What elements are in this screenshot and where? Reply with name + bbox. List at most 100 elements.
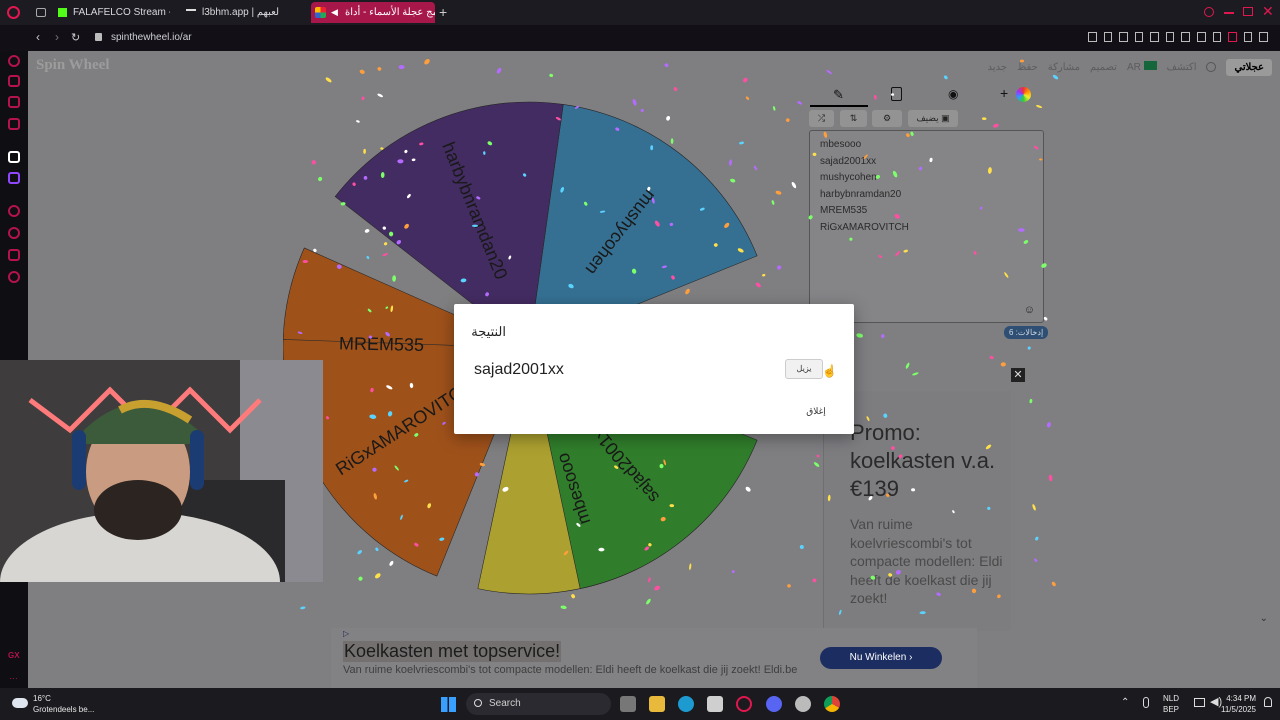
hide-icon[interactable]: ◉ (948, 87, 958, 101)
ad-close-button[interactable]: ✕ (1011, 368, 1025, 382)
profile-icon[interactable] (1228, 32, 1237, 42)
download-icon[interactable] (1243, 32, 1253, 42)
remove-winner-button[interactable]: يزيل (785, 359, 823, 379)
back-icon[interactable]: ‹ (36, 30, 40, 44)
sidebar-extensions-icon[interactable] (8, 249, 20, 261)
sidebar-mail-icon[interactable] (8, 118, 20, 130)
opera-menu-icon[interactable] (7, 6, 20, 19)
results-icon[interactable] (891, 87, 902, 101)
task-view-icon[interactable] (620, 696, 636, 712)
entry-line: mushycohen (820, 172, 877, 184)
new-tab-button[interactable]: + (439, 4, 447, 20)
sidebar-kick-icon[interactable] (8, 151, 20, 163)
windows-start-icon[interactable] (441, 697, 456, 712)
heart-icon[interactable] (1212, 32, 1222, 42)
search-tabs-icon[interactable] (1204, 7, 1214, 17)
tray-chevron-icon[interactable]: ⌃ (1121, 697, 1129, 708)
nav-language[interactable]: AR (1127, 61, 1157, 73)
pin-icon[interactable] (1165, 32, 1175, 42)
clock-date: 11/5/2025 (1221, 705, 1256, 714)
taskbar-clock[interactable]: 4:34 PM 11/5/2025 (1221, 693, 1256, 715)
sidebar-settings-icon[interactable] (8, 271, 20, 283)
entries-count-badge: إدخالات: 6 (1004, 326, 1049, 339)
edge-icon[interactable] (678, 696, 694, 712)
tab-falafelco[interactable]: FALAFELCO Stream - Wat (58, 2, 170, 23)
nav-my-wheels[interactable]: عجلاتي (1226, 58, 1272, 76)
taskbar-search[interactable]: Search (466, 693, 611, 715)
translate-icon[interactable] (1150, 32, 1159, 42)
sidebar-gx-icon[interactable]: GX (8, 651, 20, 660)
nav-save[interactable]: حفظ (1017, 62, 1038, 73)
puzzle-icon[interactable] (1134, 32, 1144, 42)
shop-now-button[interactable]: Nu Winkelen › (820, 647, 942, 669)
bottom-ad-headline: Koelkasten met topservice! (343, 641, 562, 662)
color-palette-icon[interactable] (1016, 87, 1031, 102)
nav-new[interactable]: جديد (988, 62, 1007, 73)
add-wheel-icon[interactable]: + (1000, 85, 1008, 101)
sidebar-twitch-icon[interactable] (8, 172, 20, 184)
sidebar-player-icon[interactable] (8, 205, 20, 217)
keyboard-language[interactable]: NLD BEP (1163, 693, 1179, 715)
tab-label: برنامج عجلة الأسماء - أداة (345, 7, 435, 18)
tab-l3bhm[interactable]: l3bhm.app | لعبهم (186, 2, 302, 23)
network-icon[interactable] (1194, 698, 1205, 707)
notification-bell-icon[interactable] (1264, 697, 1272, 707)
nav-share[interactable]: مشاركة (1048, 62, 1080, 73)
edit-icon[interactable]: ✎ (833, 87, 844, 103)
minimize-icon[interactable] (1224, 12, 1234, 14)
extensions-toolbar (1088, 32, 1268, 44)
nav-theme-icon[interactable] (1206, 62, 1217, 72)
weather-description: Grotendeels be... (33, 705, 95, 714)
site-logo[interactable]: Spin Wheel (36, 57, 110, 74)
sidebar-messenger-icon[interactable] (8, 96, 20, 108)
close-dialog-button[interactable]: إغلاق (796, 401, 836, 421)
l3bhm-icon (186, 9, 196, 15)
mouse-cursor-icon: ☝ (822, 364, 837, 378)
emoji-icon[interactable]: ☺ (1024, 304, 1035, 316)
bookmark-icon[interactable] (1103, 32, 1113, 42)
workspaces-icon[interactable] (36, 8, 46, 17)
weather-cloud-icon[interactable] (12, 698, 28, 708)
reload-icon[interactable]: ↻ (71, 31, 80, 44)
sidebar-aria-icon[interactable] (8, 55, 20, 67)
speaker-icon[interactable]: ◀ (331, 2, 338, 23)
crop-icon[interactable] (1119, 32, 1128, 42)
clock-time: 4:34 PM (1226, 694, 1256, 703)
entry-line: sajad2001xx (820, 155, 877, 167)
lock-icon (95, 33, 102, 41)
vpn-icon[interactable] (1197, 32, 1206, 42)
bottom-advertisement[interactable]: ▷ Koelkasten met topservice! Van ruime k… (331, 628, 977, 688)
chrome-icon[interactable] (824, 696, 840, 712)
ad-choices-icon[interactable]: ▷ (343, 629, 349, 638)
sidebar-history-icon[interactable] (8, 227, 20, 239)
menu-icon[interactable] (1259, 32, 1268, 42)
obs-icon[interactable] (795, 696, 811, 712)
shuffle-button[interactable]: ⤮ (809, 110, 834, 127)
nav-design[interactable]: تصميم (1090, 62, 1117, 73)
microphone-icon[interactable] (1143, 697, 1149, 708)
sidebar-more-icon[interactable]: … (9, 671, 18, 681)
scroll-down-chevron-icon[interactable]: ⌄ (1260, 613, 1268, 624)
tab-spinthewheel[interactable]: ◀ برنامج عجلة الأسماء - أداة (311, 2, 435, 23)
settings-button[interactable]: ⚙ (872, 110, 902, 127)
entries-textarea[interactable]: mbesooo sajad2001xx mushycohen harbybnramda… (809, 130, 1044, 323)
spin-wheel-favicon (315, 7, 326, 18)
opera-gx-icon[interactable] (736, 696, 752, 712)
forward-icon[interactable]: › (55, 30, 59, 44)
nav-explore[interactable]: اكتشف (1167, 62, 1197, 73)
sort-button[interactable]: ⇅ (840, 110, 867, 127)
file-explorer-icon[interactable] (649, 696, 665, 712)
bottom-ad-subtext: Van ruime koelvriescombi's tot compacte … (343, 664, 798, 676)
maximize-icon[interactable] (1243, 7, 1253, 16)
active-tab-indicator (810, 105, 868, 107)
weather-widget[interactable]: 16°C Grotendeels be... (33, 693, 94, 715)
snapshot-icon[interactable] (1088, 32, 1097, 42)
sidebar-shopping-icon[interactable] (8, 75, 20, 87)
discord-icon[interactable] (766, 696, 782, 712)
close-window-icon[interactable]: ✕ (1262, 3, 1274, 20)
play-icon[interactable] (1181, 32, 1191, 42)
store-icon[interactable] (707, 696, 723, 712)
saudi-flag-icon (1143, 61, 1157, 70)
url-field[interactable]: spinthewheel.io/ar (111, 32, 192, 43)
add-image-button[interactable]: يضيف ▣ (908, 110, 958, 127)
